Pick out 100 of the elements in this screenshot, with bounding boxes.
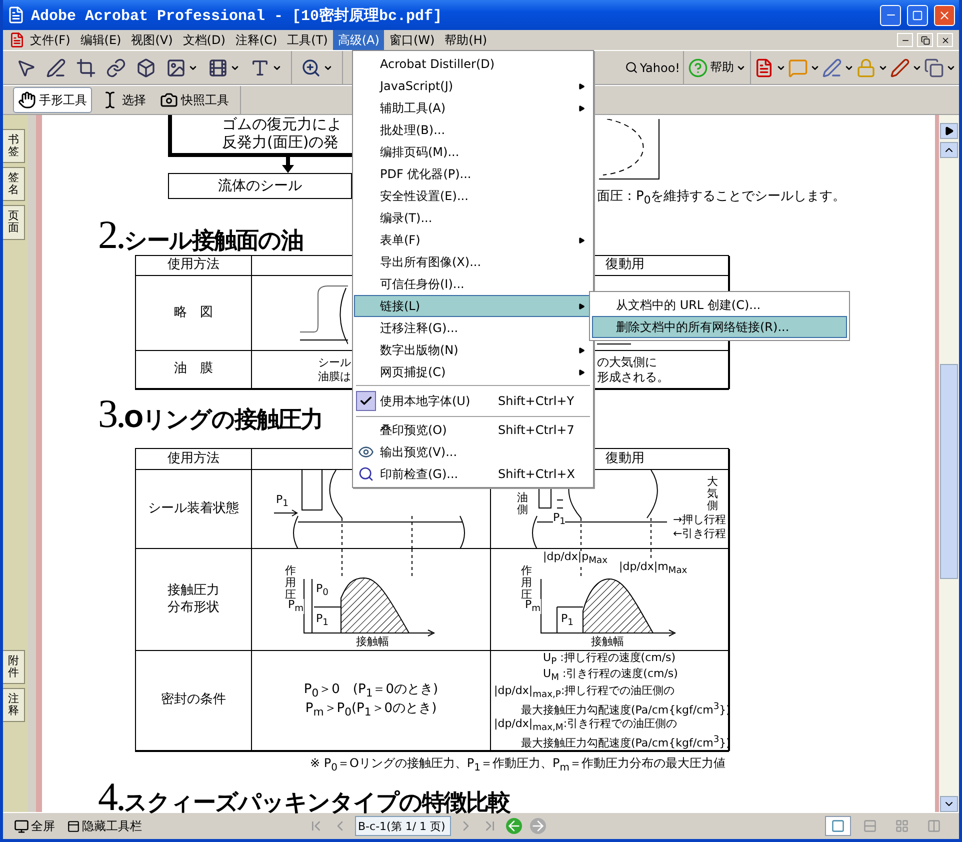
menu-item[interactable]: Acrobat Distiller(D) [354, 53, 592, 75]
menu-item[interactable]: JavaScript(J) [354, 75, 592, 97]
options-button[interactable] [940, 123, 958, 139]
footnote: ※ P$_{0}$＝Oリングの接触圧力、P$_{1}$＝作動圧力、P$_{m}$＝作動圧力分布の最大圧力値 [310, 755, 727, 774]
scroll-down-button[interactable] [940, 796, 958, 812]
menu-item[interactable]: 印前检查(G)... Shift+Ctrl+X [354, 463, 592, 485]
cell-text: P$_{m}$＞P$_{0}$(P$_{1}$＞0のとき) [305, 700, 437, 719]
tool-button[interactable]: 手形工具 [13, 87, 92, 113]
menu-item[interactable]: 帮助(H) [440, 30, 492, 50]
side-tab[interactable]: 签名 [3, 167, 25, 202]
menu-item[interactable]: 文件(F) [25, 30, 76, 50]
menu-item[interactable]: 工具(T) [282, 30, 333, 50]
side-tab[interactable]: 附件 [3, 650, 25, 684]
section-number: 2. [98, 211, 124, 258]
menu-item[interactable]: 链接(L) [354, 295, 592, 317]
flow-text: ゴムの復元力によ [222, 115, 342, 133]
scroll-up-button[interactable] [940, 142, 958, 158]
row-label: シール装着状態 [148, 500, 239, 518]
scroll-thumb[interactable] [940, 364, 958, 579]
page-layout-button[interactable] [825, 816, 851, 836]
hand-icon [18, 91, 36, 109]
tool-button[interactable]: 快照工具 [155, 87, 234, 113]
menu-item[interactable]: 使用本地字体(U) Shift+Ctrl+Y [354, 388, 592, 414]
menu-item[interactable]: 导出所有图像(X)... [354, 251, 592, 273]
menu-item[interactable]: 文档(D) [178, 30, 230, 50]
side-tab[interactable]: 页面 [3, 205, 25, 240]
menu-item[interactable]: 表单(F) [354, 229, 592, 251]
side-tab[interactable]: 注释 [3, 688, 25, 722]
diagram-label: |dp/dx|p$_{Max}$ [543, 551, 608, 566]
triangle-icon [944, 126, 954, 136]
diagram-label: P$_{m}$ [525, 599, 541, 614]
restore-button[interactable] [917, 33, 933, 47]
checkmark-icon [356, 391, 376, 411]
menu-item[interactable]: 可信任身份(I)... [354, 273, 592, 295]
pages-icon [924, 58, 944, 78]
menu-item[interactable]: 叠印预览(O) Shift+Ctrl+7 [354, 419, 592, 441]
diagram-label: P$_{0}$ [316, 583, 328, 598]
lock-icon [856, 58, 876, 78]
menu-item[interactable]: 删除文档中的所有网络链接(R)... [592, 316, 847, 338]
menu-item[interactable]: 安全性设置(E)... [354, 185, 592, 207]
menu-item[interactable]: 从文档中的 URL 创建(C)... [592, 294, 847, 316]
search-icon [624, 61, 638, 74]
menu-item[interactable]: 数字出版物(N) [354, 339, 592, 361]
tool-button[interactable]: 选择 [96, 87, 151, 113]
menu-item[interactable]: 编排页码(M)... [354, 141, 592, 163]
submenu-arrow-icon [578, 368, 585, 376]
menu-item[interactable]: 网页捕捉(C) [354, 361, 592, 383]
zoom-icon [301, 58, 321, 78]
film-icon [208, 58, 228, 78]
search-button[interactable]: Yahoo! [624, 56, 681, 80]
menu-item[interactable]: 编录(T)... [354, 207, 592, 229]
note-text: 面圧：P$_{0}$を維持することでシールします。 [597, 188, 846, 207]
close-button[interactable] [937, 33, 953, 47]
menu-item[interactable]: 迁移注释(G)... [354, 317, 592, 339]
menu-item[interactable]: 窗口(W) [384, 30, 440, 50]
page-number-field[interactable]: B-c-1(第 1/ 1 页) [355, 816, 451, 836]
menu-item[interactable]: 注释(C) [230, 30, 282, 50]
continuous-facing-icon [927, 819, 941, 833]
menu-item[interactable]: 视图(V) [126, 30, 178, 50]
menu-item[interactable]: 辅助工具(A) [354, 97, 592, 119]
menu-item[interactable]: 批处理(B)... [354, 119, 592, 141]
magnifier-icon [358, 466, 374, 482]
section-title: シール接触面の油 [124, 227, 303, 256]
cell-text: U$_{P}$ :押し行程の速度(cm/s) [542, 650, 676, 668]
crop-icon [76, 58, 96, 78]
minimize-button[interactable] [897, 33, 913, 47]
pdf-create-icon [754, 58, 774, 78]
table-header: 使用方法 [168, 450, 220, 468]
vertical-label: 作用圧 [521, 565, 533, 602]
document-icon [9, 32, 25, 48]
maximize-icon [912, 10, 923, 20]
cell-text: 形成される。 [597, 370, 669, 384]
side-tab[interactable]: 书签 [3, 129, 25, 164]
submenu-arrow-icon [578, 346, 585, 354]
cell-text: |dp/dx|$_{max,M}$:引き行程での油圧側の [493, 717, 678, 734]
menu-item[interactable]: 编辑(E) [75, 30, 126, 50]
cube-icon [136, 58, 156, 78]
row-label: 分布形状 [168, 600, 220, 616]
submenu-arrow-icon [578, 104, 585, 112]
restore-icon [920, 36, 930, 44]
full-screen-button[interactable]: 全屏 [11, 814, 58, 838]
row-label: 油 膜 [174, 361, 213, 378]
menu-item[interactable]: 输出预览(V)... [354, 441, 592, 463]
image-icon [166, 58, 186, 78]
help-button[interactable]: 帮助 [687, 56, 747, 80]
menu-item[interactable]: PDF 优化器(P)... [354, 163, 592, 185]
continuous-icon [863, 819, 877, 833]
eye-icon [358, 444, 374, 460]
maximize-button[interactable] [907, 4, 928, 26]
vertical-label: 大気側 [707, 476, 719, 512]
vertical-label: 作用圧 [285, 565, 297, 602]
row-label: 密封の条件 [161, 692, 226, 709]
cell-text: P$_{0}$＞0 (P$_{1}$＝0のとき) [304, 682, 438, 700]
diagram-label: 接触幅 [591, 636, 624, 648]
section-title: Oリングの接触圧力 [124, 406, 323, 435]
toolbar-icon [67, 820, 80, 832]
close-icon [940, 36, 950, 44]
diagram-label: |dp/dx|m$_{Max}$ [619, 561, 688, 576]
cell-text: シール [318, 356, 351, 370]
menu-item[interactable]: 高级(A) [332, 30, 384, 50]
